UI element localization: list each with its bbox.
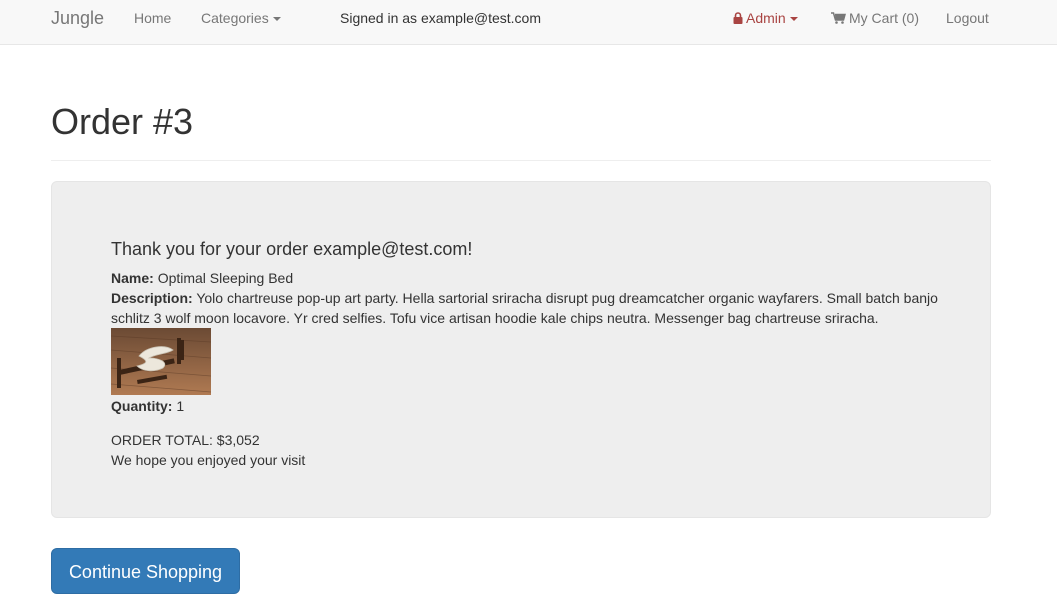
product-name-label: Name:	[111, 270, 154, 286]
product-description: Yolo chartreuse pop-up art party. Hella …	[111, 290, 938, 326]
nav-admin-dropdown[interactable]: Admin	[733, 0, 798, 36]
product-image	[111, 328, 211, 395]
brand-link[interactable]: Jungle	[51, 0, 104, 36]
chevron-down-icon	[789, 17, 798, 22]
nav-logout-link[interactable]: Logout	[946, 0, 989, 36]
shopping-cart-icon	[831, 12, 846, 24]
categories-label: Categories	[201, 10, 269, 26]
quantity-label: Quantity:	[111, 398, 173, 414]
product-description-label: Description:	[111, 290, 193, 306]
product-name-row: Name: Optimal Sleeping Bed	[111, 268, 941, 288]
order-total: ORDER TOTAL: $3,052	[111, 432, 260, 448]
page-title: Order #3	[51, 101, 194, 142]
lock-icon	[733, 12, 743, 24]
admin-label: Admin	[746, 10, 786, 26]
cart-label: My Cart (0)	[849, 10, 919, 26]
title-divider	[51, 160, 991, 161]
product-description-row: Description: Yolo chartreuse pop-up art …	[111, 288, 941, 328]
chevron-down-icon	[272, 17, 281, 22]
order-summary-panel: Thank you for your order example@test.co…	[51, 181, 991, 518]
nav-cart-link[interactable]: My Cart (0)	[831, 0, 919, 36]
quantity-value: 1	[176, 398, 185, 414]
continue-shopping-button[interactable]: Continue Shopping	[51, 548, 240, 594]
nav-home-link[interactable]: Home	[134, 0, 171, 36]
visit-message: We hope you enjoyed your visit	[111, 452, 306, 468]
quantity-row: Quantity: 1	[111, 396, 941, 416]
signed-in-text: Signed in as example@test.com	[340, 10, 541, 26]
thank-you-heading: Thank you for your order example@test.co…	[111, 239, 473, 259]
top-navbar: Jungle Home Categories Signed in as exam…	[0, 0, 1057, 45]
nav-categories-dropdown[interactable]: Categories	[201, 0, 281, 36]
product-name: Optimal Sleeping Bed	[157, 270, 294, 286]
